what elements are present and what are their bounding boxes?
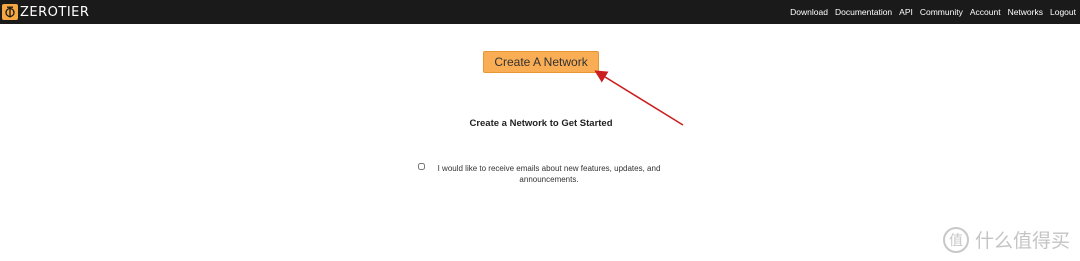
nav-networks[interactable]: Networks bbox=[1008, 7, 1043, 17]
nav-api[interactable]: API bbox=[899, 7, 913, 17]
watermark-text: 什么值得买 bbox=[974, 230, 1070, 252]
smzdm-logo-icon: 值 bbox=[942, 226, 969, 253]
brand-logo[interactable]: ZEROTIER bbox=[2, 2, 89, 22]
watermark: 值 什么值得买 bbox=[942, 226, 1070, 253]
email-optin-label: I would like to receive emails about new… bbox=[437, 164, 661, 184]
main-content: Create A Network Create a Network to Get… bbox=[0, 24, 1080, 261]
nav-account[interactable]: Account bbox=[970, 7, 1001, 17]
nav-community[interactable]: Community bbox=[920, 7, 963, 17]
main-nav: Download Documentation API Community Acc… bbox=[783, 0, 1076, 24]
email-optin[interactable]: I would like to receive emails about new… bbox=[418, 163, 678, 185]
nav-download[interactable]: Download bbox=[790, 7, 828, 17]
email-optin-checkbox[interactable] bbox=[418, 163, 425, 170]
zerotier-logo-icon bbox=[2, 4, 18, 20]
brand-name: ZEROTIER bbox=[20, 4, 90, 20]
top-navigation-bar: ZEROTIER Download Documentation API Comm… bbox=[0, 0, 1080, 24]
nav-logout[interactable]: Logout bbox=[1050, 7, 1076, 17]
page-heading: Create a Network to Get Started bbox=[469, 118, 613, 129]
nav-documentation[interactable]: Documentation bbox=[835, 7, 892, 17]
annotation-arrow-icon bbox=[594, 70, 684, 126]
